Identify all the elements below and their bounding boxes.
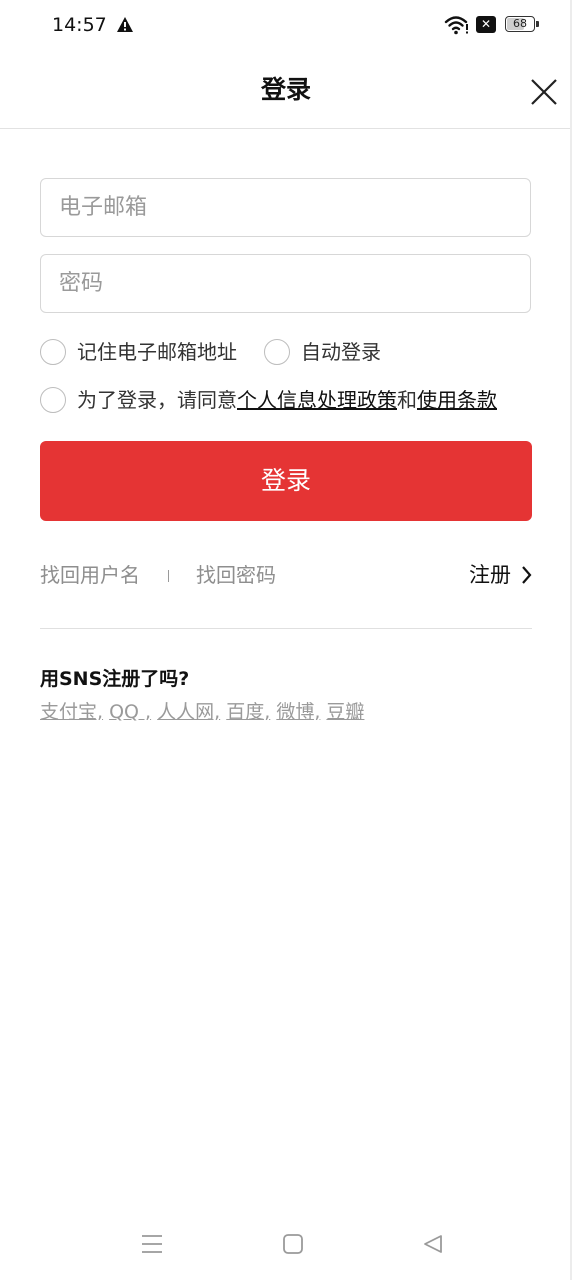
battery-percent: 68 [513, 17, 527, 30]
home-icon[interactable] [282, 1233, 304, 1255]
privacy-policy-link[interactable]: 个人信息处理政策 [237, 388, 397, 412]
agree-terms-text: 为了登录，请同意个人信息处理政策和使用条款 [77, 386, 497, 414]
find-password-link[interactable]: 找回密码 [196, 561, 276, 589]
auto-login-label[interactable]: 自动登录 [301, 338, 381, 366]
remember-email-label[interactable]: 记住电子邮箱地址 [77, 338, 237, 366]
battery-icon: 68 [505, 16, 535, 32]
menu-icon[interactable] [140, 1232, 164, 1256]
sns-weibo-link[interactable]: 微博, [276, 701, 320, 723]
warning-icon [117, 17, 133, 32]
status-time: 14:57 [52, 14, 107, 36]
page-title: 登录 [260, 75, 311, 104]
wifi-icon [444, 16, 468, 35]
agree-and: 和 [397, 388, 417, 412]
find-username-link[interactable]: 找回用户名 [40, 561, 140, 589]
password-field[interactable] [40, 254, 531, 313]
sns-title: 用SNS注册了吗? [40, 668, 190, 690]
remember-email-radio[interactable] [40, 339, 66, 365]
agree-prefix: 为了登录，请同意 [77, 388, 237, 412]
login-button[interactable]: 登录 [40, 441, 532, 521]
email-field[interactable] [40, 178, 531, 237]
register-link[interactable]: 注册 [469, 561, 511, 589]
sns-provider-list: 支付宝, QQ , 人人网, 百度, 微博, 豆瓣 [40, 699, 364, 725]
back-icon[interactable] [422, 1233, 444, 1255]
section-divider [40, 628, 532, 629]
link-separator [168, 570, 169, 582]
auto-login-radio[interactable] [264, 339, 290, 365]
agree-terms-radio[interactable] [40, 387, 66, 413]
header-divider [0, 128, 572, 129]
sns-douban-link[interactable]: 豆瓣 [326, 701, 364, 723]
terms-of-use-link[interactable]: 使用条款 [417, 388, 497, 412]
chevron-right-icon[interactable] [519, 564, 533, 586]
battery-tip [536, 21, 539, 27]
sim-x-icon: ✕ [476, 16, 496, 33]
sns-qq-link[interactable]: QQ , [109, 701, 151, 723]
sns-renren-link[interactable]: 人人网, [157, 701, 220, 723]
sns-baidu-link[interactable]: 百度, [226, 701, 270, 723]
close-icon[interactable] [526, 74, 562, 110]
sns-alipay-link[interactable]: 支付宝, [40, 701, 103, 723]
